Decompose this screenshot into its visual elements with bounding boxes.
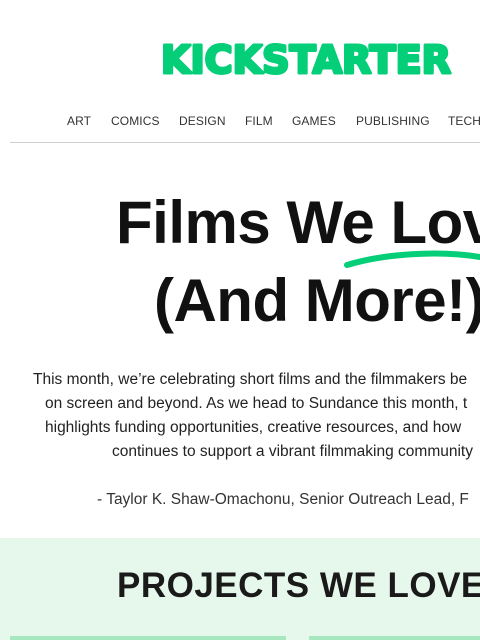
nav-item-art[interactable]: ART: [67, 114, 91, 128]
logo-wordmark: KICKSTARTER: [161, 40, 451, 78]
intro-paragraph: This month, we’re celebrating short film…: [0, 368, 480, 468]
nav-item-film[interactable]: FILM: [245, 114, 273, 128]
intro-line: continues to support a vibrant filmmakin…: [112, 443, 473, 460]
project-card-top[interactable]: [309, 636, 480, 640]
nav-item-games[interactable]: GAMES: [292, 114, 336, 128]
projects-heading: PROJECTS WE LOVE: [117, 566, 480, 605]
hero-title-line-2: (And More!): [154, 267, 480, 334]
nav-item-tech[interactable]: TECH: [448, 114, 480, 128]
nav-item-publishing[interactable]: PUBLISHING: [356, 114, 430, 128]
kickstarter-logo[interactable]: KICKSTARTER: [160, 40, 452, 78]
nav-item-comics[interactable]: COMICS: [111, 114, 160, 128]
intro-line: on screen and beyond. As we head to Sund…: [45, 395, 468, 412]
project-card-top[interactable]: [10, 636, 286, 640]
author-attribution: - Taylor K. Shaw-Omachonu, Senior Outrea…: [97, 491, 469, 508]
category-nav: ART COMICS DESIGN FILM GAMES PUBLISHING …: [10, 110, 480, 143]
intro-line: This month, we’re celebrating short film…: [33, 371, 468, 388]
nav-item-design[interactable]: DESIGN: [179, 114, 226, 128]
projects-section: PROJECTS WE LOVE: [0, 538, 480, 640]
intro-line: highlights funding opportunities, creati…: [45, 419, 462, 436]
